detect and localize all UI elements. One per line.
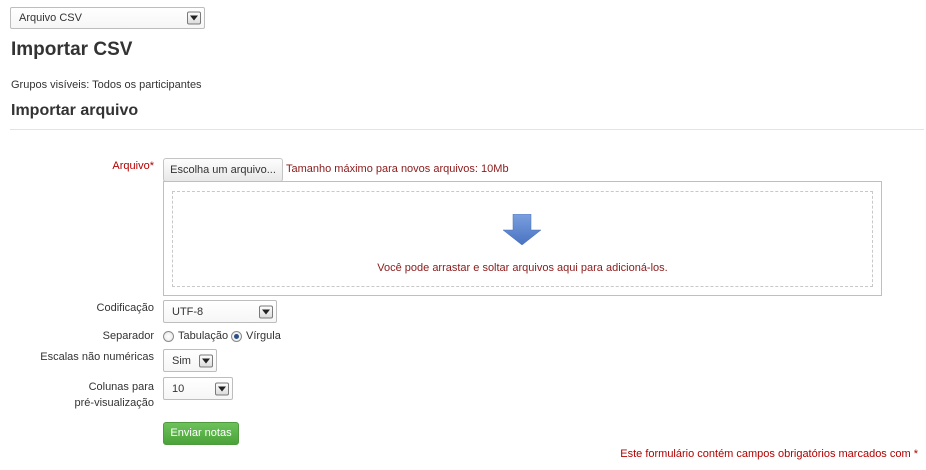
- required-marker: *: [149, 160, 154, 172]
- preview-columns-value: 10: [172, 382, 185, 395]
- chevron-down-icon: [215, 382, 229, 395]
- chevron-down-icon: [187, 11, 201, 25]
- preview-columns-label: Colunas para pré-visualização: [20, 379, 154, 411]
- activity-select-value: Arquivo CSV: [19, 12, 82, 24]
- section-title: Importar arquivo: [11, 102, 139, 119]
- encoding-label: Codificação: [96, 302, 154, 314]
- submit-button[interactable]: Enviar notas: [163, 422, 239, 445]
- radio-tab-label: Tabulação: [178, 330, 229, 342]
- max-size-text: Tamanho máximo para novos arquivos: 10Mb: [286, 163, 509, 175]
- separator-label: Separador: [102, 330, 154, 342]
- drop-message: Você pode arrastar e soltar arquivos aqu…: [377, 262, 668, 274]
- preview-columns-label-line2: pré-visualização: [74, 397, 154, 409]
- required-note-marker: *: [913, 448, 918, 460]
- choose-file-button[interactable]: Escolha um arquivo...: [163, 158, 283, 182]
- scales-label: Escalas não numéricas: [40, 351, 154, 363]
- chevron-down-icon: [199, 354, 213, 367]
- radio-comma-label: Vírgula: [246, 330, 281, 342]
- groups-info: Grupos visíveis: Todos os participantes: [11, 79, 202, 91]
- file-label-text: Arquivo: [112, 160, 150, 172]
- radio-tab[interactable]: [163, 331, 174, 342]
- scales-value: Sim: [172, 354, 191, 367]
- file-label: Arquivo*: [20, 160, 154, 172]
- activity-select[interactable]: Arquivo CSV: [10, 7, 205, 29]
- preview-columns-label-line1: Colunas para: [88, 381, 154, 393]
- section-divider: [10, 129, 924, 130]
- preview-columns-select[interactable]: 10: [163, 377, 233, 400]
- page-title: Importar CSV: [11, 39, 133, 60]
- encoding-select[interactable]: UTF-8: [163, 300, 277, 323]
- chevron-down-icon: [259, 305, 273, 318]
- required-note-text: Este formulário contém campos obrigatóri…: [620, 448, 911, 460]
- radio-comma[interactable]: [231, 331, 242, 342]
- down-arrow-icon: [502, 213, 542, 249]
- required-note: Este formulário contém campos obrigatóri…: [600, 448, 918, 460]
- encoding-value: UTF-8: [172, 305, 204, 318]
- scales-select[interactable]: Sim: [163, 349, 217, 372]
